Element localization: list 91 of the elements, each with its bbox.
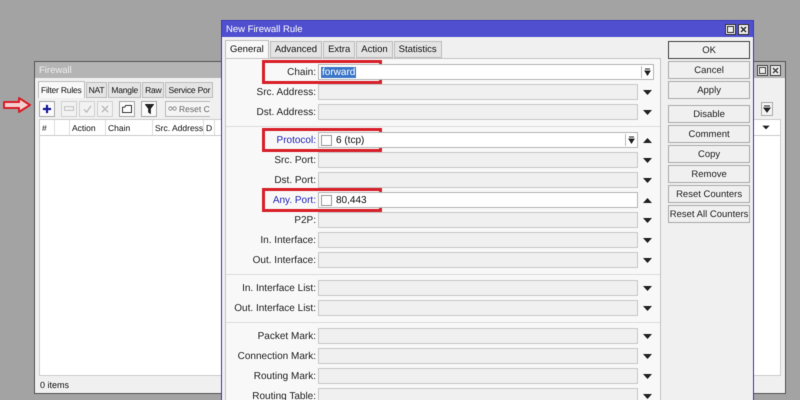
reset-counters-button[interactable]: Reset C bbox=[165, 100, 210, 116]
field-label: Protocol: bbox=[276, 134, 317, 146]
dialog-button[interactable]: Copy bbox=[668, 145, 750, 163]
input-field[interactable] bbox=[318, 172, 638, 188]
column-header[interactable]: D bbox=[204, 120, 215, 135]
checkbox[interactable] bbox=[321, 194, 332, 206]
field-label: In. Interface: bbox=[260, 234, 317, 246]
input-field[interactable] bbox=[318, 368, 638, 384]
dropdown-icon[interactable] bbox=[641, 66, 653, 78]
dropdown-icon[interactable] bbox=[642, 352, 652, 360]
counter-icon bbox=[168, 106, 177, 111]
input-field[interactable] bbox=[318, 300, 638, 316]
tab[interactable]: Advanced bbox=[270, 41, 322, 58]
input-field[interactable] bbox=[318, 104, 638, 120]
checkbox[interactable] bbox=[321, 134, 332, 146]
input-field[interactable] bbox=[318, 252, 638, 268]
field-label: In. Interface List: bbox=[242, 282, 317, 294]
input-field[interactable]: 6 (tcp) bbox=[318, 132, 638, 148]
comment-button[interactable] bbox=[119, 100, 135, 116]
maximize-icon[interactable] bbox=[757, 64, 768, 76]
input-field[interactable] bbox=[318, 348, 638, 364]
dropdown-icon[interactable] bbox=[642, 332, 652, 340]
cross-icon bbox=[101, 104, 109, 112]
dropdown-icon[interactable] bbox=[642, 372, 652, 380]
dialog-button[interactable]: Remove bbox=[668, 165, 750, 183]
dropdown-icon[interactable] bbox=[642, 88, 652, 96]
dropdown-icon[interactable] bbox=[761, 102, 773, 116]
dropdown-icon[interactable] bbox=[625, 134, 637, 146]
dialog-button[interactable]: Comment bbox=[668, 125, 750, 143]
tab[interactable]: Filter Rules bbox=[38, 81, 85, 98]
field-label: Out. Interface List: bbox=[234, 302, 317, 314]
input-field[interactable] bbox=[318, 232, 638, 248]
field-label: Out. Interface: bbox=[252, 254, 317, 266]
note-icon bbox=[122, 104, 132, 112]
dialog-button[interactable]: Disable bbox=[668, 105, 750, 123]
column-header[interactable]: # bbox=[40, 120, 55, 135]
field-label: Routing Mark: bbox=[254, 370, 317, 382]
field-label: Packet Mark: bbox=[258, 330, 317, 342]
dropdown-icon[interactable] bbox=[642, 284, 652, 292]
field-label: Connection Mark: bbox=[238, 350, 317, 362]
input-field[interactable] bbox=[318, 388, 638, 400]
column-header[interactable]: Action bbox=[70, 120, 106, 135]
tab[interactable]: Extra bbox=[323, 41, 356, 58]
input-field[interactable] bbox=[318, 280, 638, 296]
dropdown-icon[interactable] bbox=[642, 216, 652, 224]
dropdown-icon[interactable] bbox=[642, 236, 652, 244]
close-icon[interactable] bbox=[738, 24, 749, 34]
check-icon bbox=[82, 104, 92, 112]
field-label: Chain: bbox=[287, 66, 317, 78]
input-field[interactable] bbox=[318, 212, 638, 228]
status-text: 0 items bbox=[40, 380, 70, 390]
plus-icon bbox=[42, 104, 52, 114]
dropdown-icon[interactable] bbox=[642, 256, 652, 264]
field-label: Src. Port: bbox=[274, 154, 317, 166]
column-header[interactable]: Src. Address bbox=[153, 120, 204, 135]
tab[interactable]: Statistics bbox=[394, 41, 442, 58]
field-label: Src. Address: bbox=[256, 86, 317, 98]
dialog-button[interactable]: OK bbox=[668, 41, 750, 59]
tab[interactable]: Mangle bbox=[108, 82, 142, 98]
close-icon[interactable] bbox=[770, 64, 781, 76]
input-field[interactable]: 80,443 bbox=[318, 192, 638, 208]
field-label: P2P: bbox=[294, 214, 317, 226]
dialog-button[interactable]: Apply bbox=[668, 81, 750, 99]
field-label: Dst. Address: bbox=[256, 106, 317, 118]
filter-icon bbox=[144, 104, 154, 114]
dropdown-icon[interactable] bbox=[642, 108, 652, 116]
window-title: Firewall bbox=[39, 64, 72, 76]
tab[interactable]: Raw bbox=[142, 82, 164, 98]
input-field[interactable]: forward bbox=[318, 64, 654, 80]
minus-icon bbox=[64, 106, 74, 111]
tab[interactable]: Service Por bbox=[165, 82, 214, 98]
dialog-button[interactable]: Reset All Counters bbox=[668, 205, 750, 223]
input-field[interactable] bbox=[318, 84, 638, 100]
tab[interactable]: General bbox=[225, 40, 269, 58]
dropdown-icon[interactable] bbox=[642, 156, 652, 164]
maximize-icon[interactable] bbox=[725, 24, 736, 34]
tab[interactable]: Action bbox=[356, 41, 393, 58]
window-title: New Firewall Rule bbox=[226, 24, 303, 34]
field-label: Any. Port: bbox=[272, 194, 317, 206]
field-label: Dst. Port: bbox=[274, 174, 317, 186]
input-field[interactable] bbox=[318, 152, 638, 168]
add-button[interactable] bbox=[39, 100, 55, 116]
tab[interactable]: NAT bbox=[86, 82, 108, 98]
dialog-button[interactable]: Reset Counters bbox=[668, 185, 750, 203]
input-field[interactable] bbox=[318, 328, 638, 344]
dialog-button[interactable]: Cancel bbox=[668, 61, 750, 79]
collapse-icon[interactable] bbox=[642, 196, 652, 204]
dropdown-icon[interactable] bbox=[642, 176, 652, 184]
filter-button[interactable] bbox=[141, 100, 157, 116]
dropdown-icon[interactable] bbox=[642, 304, 652, 312]
column-header[interactable]: Chain bbox=[106, 120, 153, 135]
